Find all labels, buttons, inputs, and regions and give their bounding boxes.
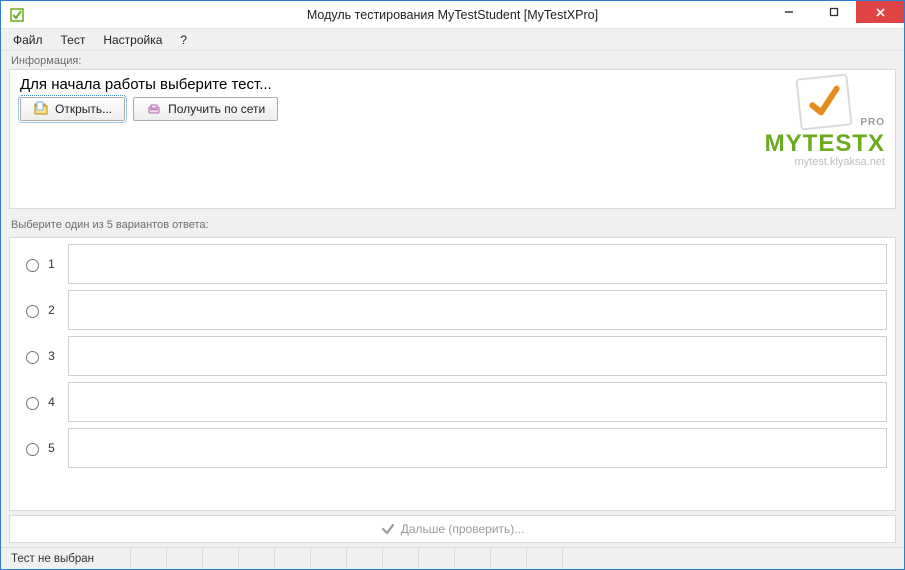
titlebar: Модуль тестирования MyTestStudent [MyTes… [1, 1, 904, 29]
minimize-icon [784, 7, 794, 17]
open-button[interactable]: Открыть... [20, 97, 125, 121]
answer-radio-1[interactable]: 1 [18, 244, 58, 284]
answer-text-3[interactable] [68, 336, 887, 376]
answer-radio-2[interactable]: 2 [18, 290, 58, 330]
answer-row: 3 [18, 336, 887, 376]
answer-radio-5[interactable]: 5 [18, 428, 58, 468]
answer-row: 5 [18, 428, 887, 468]
answer-radio-input[interactable] [26, 443, 39, 456]
maximize-icon [829, 7, 839, 17]
answer-radio-input[interactable] [26, 351, 39, 364]
answer-radio-input[interactable] [26, 259, 39, 272]
menubar: Файл Тест Настройка ? [1, 29, 904, 51]
menu-settings[interactable]: Настройка [95, 31, 170, 49]
answer-text-4[interactable] [68, 382, 887, 422]
answers-group-label: Выберите один из 5 вариантов ответа: [1, 215, 904, 233]
status-cell [527, 548, 563, 569]
status-cell [491, 548, 527, 569]
minimize-button[interactable] [766, 1, 811, 23]
app-window: Модуль тестирования MyTestStudent [MyTes… [0, 0, 905, 570]
status-cell [383, 548, 419, 569]
open-buttons: Открыть... Получить по сети [20, 97, 885, 121]
next-button-label: Дальше (проверить)... [401, 522, 525, 536]
menu-file[interactable]: Файл [5, 31, 51, 49]
status-cell [167, 548, 203, 569]
close-icon [875, 7, 886, 18]
menu-help[interactable]: ? [172, 31, 195, 49]
maximize-button[interactable] [811, 1, 856, 23]
info-prompt: Для начала работы выберите тест... [20, 76, 885, 93]
answer-number: 3 [48, 349, 55, 363]
status-cell [239, 548, 275, 569]
status-cell [131, 548, 167, 569]
menu-test[interactable]: Тест [53, 31, 94, 49]
close-button[interactable] [856, 1, 904, 23]
info-panel: Для начала работы выберите тест... Откры… [9, 69, 896, 209]
status-cell [563, 548, 904, 569]
status-cell [419, 548, 455, 569]
logo-text: MYTESTX [765, 130, 885, 158]
status-cell [203, 548, 239, 569]
logo-area: PRO MYTESTX mytest.klyaksa.net [765, 76, 885, 168]
open-file-icon [33, 101, 49, 117]
answer-number: 5 [48, 441, 55, 455]
answer-radio-input[interactable] [26, 397, 39, 410]
info-group-label: Информация: [1, 51, 904, 69]
status-cell [275, 548, 311, 569]
answer-text-2[interactable] [68, 290, 887, 330]
answer-radio-4[interactable]: 4 [18, 382, 58, 422]
status-cell [347, 548, 383, 569]
open-button-label: Открыть... [55, 102, 112, 116]
answer-radio-3[interactable]: 3 [18, 336, 58, 376]
logo-pro-badge: PRO [860, 117, 885, 128]
status-cell [455, 548, 491, 569]
app-icon [9, 7, 25, 23]
answer-number: 1 [48, 257, 55, 271]
logo-checkmark-icon [796, 73, 853, 130]
answer-number: 4 [48, 395, 55, 409]
network-icon [146, 101, 162, 117]
answer-row: 4 [18, 382, 887, 422]
answer-row: 2 [18, 290, 887, 330]
answer-row: 1 [18, 244, 887, 284]
answer-radio-input[interactable] [26, 305, 39, 318]
network-button[interactable]: Получить по сети [133, 97, 278, 121]
next-button[interactable]: Дальше (проверить)... [9, 515, 896, 543]
status-text: Тест не выбран [1, 548, 131, 569]
statusbar: Тест не выбран [1, 547, 904, 569]
answer-number: 2 [48, 303, 55, 317]
check-icon [381, 522, 395, 536]
answer-text-5[interactable] [68, 428, 887, 468]
window-controls [766, 1, 904, 28]
status-cell [311, 548, 347, 569]
answer-text-1[interactable] [68, 244, 887, 284]
answers-panel: 1 2 3 4 [9, 237, 896, 511]
network-button-label: Получить по сети [168, 102, 265, 116]
